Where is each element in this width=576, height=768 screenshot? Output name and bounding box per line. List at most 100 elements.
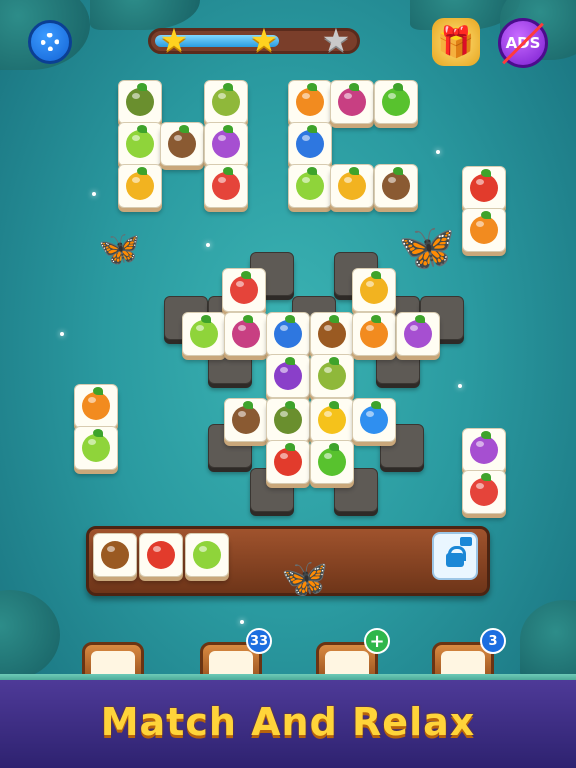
gift-box-icon: 🎁 xyxy=(437,24,475,60)
fruit-tile[interactable] xyxy=(330,80,374,124)
unlock-slot-button[interactable] xyxy=(432,532,478,580)
watermelon-icon xyxy=(212,167,240,200)
tomato-icon xyxy=(274,443,302,476)
fruit-tile[interactable] xyxy=(288,122,332,166)
orange-pumpkin-icon xyxy=(360,315,388,348)
stem-icon xyxy=(393,83,403,91)
fruit-tile[interactable] xyxy=(74,426,118,470)
avocado-icon xyxy=(274,401,302,434)
fruit-tile[interactable] xyxy=(118,122,162,166)
fruit-tile[interactable] xyxy=(310,398,354,442)
tray-slot-tile[interactable] xyxy=(185,533,229,577)
gift-button[interactable]: 🎁 xyxy=(432,18,480,66)
fruit-tile[interactable] xyxy=(224,398,268,442)
stem-icon xyxy=(307,83,317,91)
sparkle xyxy=(240,620,244,624)
lock-body xyxy=(446,553,464,567)
stem-icon xyxy=(137,83,147,91)
yellow-berry-icon xyxy=(318,401,346,434)
remove-ads-button[interactable]: ADS xyxy=(498,18,548,68)
fruit-tile[interactable] xyxy=(352,312,396,356)
lime-icon xyxy=(126,125,154,158)
fruit-tile[interactable] xyxy=(118,80,162,124)
fruit-tile[interactable] xyxy=(204,80,248,124)
fruit-tile[interactable] xyxy=(374,80,418,124)
fruit-tile[interactable] xyxy=(310,354,354,398)
fruit-tile[interactable] xyxy=(396,312,440,356)
fruit-tile[interactable] xyxy=(462,208,506,252)
watermelon-icon xyxy=(230,271,258,304)
fruit-tile[interactable] xyxy=(224,312,268,356)
blue-fig-icon xyxy=(296,125,324,158)
fruit-tile[interactable] xyxy=(160,122,204,166)
fruit-tile[interactable] xyxy=(74,384,118,428)
stem-icon xyxy=(307,167,317,175)
gear-icon xyxy=(41,33,59,51)
stem-icon xyxy=(285,357,295,365)
acorn-icon xyxy=(318,315,346,348)
stem-icon xyxy=(243,315,253,323)
stem-icon xyxy=(481,473,491,481)
acorn-icon xyxy=(101,541,129,569)
fruit-tile[interactable] xyxy=(204,164,248,208)
lime-icon xyxy=(193,541,221,569)
foliage-decoration xyxy=(520,600,576,680)
stem-icon xyxy=(329,401,339,409)
sparkle xyxy=(92,192,96,196)
stem-icon xyxy=(371,315,381,323)
fruit-tile[interactable] xyxy=(182,312,226,356)
stem-icon xyxy=(307,125,317,133)
fruit-tile[interactable] xyxy=(330,164,374,208)
stem-icon xyxy=(481,431,491,439)
stem-icon xyxy=(285,443,295,451)
fruit-tile[interactable] xyxy=(352,398,396,442)
remove-ads-label: ADS xyxy=(505,34,541,52)
mushroom-icon xyxy=(470,431,498,464)
stem-icon xyxy=(371,401,381,409)
fruit-tile[interactable] xyxy=(310,440,354,484)
fruit-tile[interactable] xyxy=(288,164,332,208)
stem-icon xyxy=(285,401,295,409)
fruit-tile[interactable] xyxy=(266,440,310,484)
fruit-tile[interactable] xyxy=(462,166,506,210)
stem-icon xyxy=(241,271,251,279)
stem-icon xyxy=(179,125,189,133)
coconut-icon xyxy=(382,167,410,200)
pineapple-icon xyxy=(360,271,388,304)
settings-button[interactable] xyxy=(28,20,72,64)
fruit-tile[interactable] xyxy=(288,80,332,124)
fruit-tile[interactable] xyxy=(374,164,418,208)
fruit-tile[interactable] xyxy=(266,398,310,442)
orange-pumpkin-icon xyxy=(82,387,110,420)
fruit-tile[interactable] xyxy=(204,122,248,166)
stem-icon xyxy=(285,315,295,323)
sparkle xyxy=(458,384,462,388)
stem-icon xyxy=(201,315,211,323)
kiwi-icon xyxy=(318,357,346,390)
tomato-icon xyxy=(147,541,175,569)
pineapple-icon xyxy=(126,167,154,200)
fruit-tile[interactable] xyxy=(310,312,354,356)
lime-icon xyxy=(82,429,110,462)
match-tray: 🦋 xyxy=(86,526,490,597)
add-hint-badge[interactable]: + xyxy=(364,628,390,654)
stem-icon xyxy=(349,83,359,91)
stem-icon xyxy=(481,211,491,219)
fruit-tile[interactable] xyxy=(266,312,310,356)
fruit-tile[interactable] xyxy=(266,354,310,398)
level-progress-bar: ★ ★ ★ xyxy=(148,23,360,57)
fruit-tile[interactable] xyxy=(118,164,162,208)
fruit-tile[interactable] xyxy=(222,268,266,312)
blue-fig-icon xyxy=(274,315,302,348)
tagline: Match And Relax xyxy=(100,700,476,744)
stem-icon xyxy=(393,167,403,175)
video-icon xyxy=(460,537,472,546)
fruit-tile[interactable] xyxy=(462,470,506,514)
fruit-tile[interactable] xyxy=(352,268,396,312)
tray-slot-tile[interactable] xyxy=(139,533,183,577)
fruit-tile[interactable] xyxy=(462,428,506,472)
avocado-icon xyxy=(126,83,154,116)
lime-icon xyxy=(296,167,324,200)
watermelon-icon xyxy=(470,473,498,506)
tray-slot-tile[interactable] xyxy=(93,533,137,577)
